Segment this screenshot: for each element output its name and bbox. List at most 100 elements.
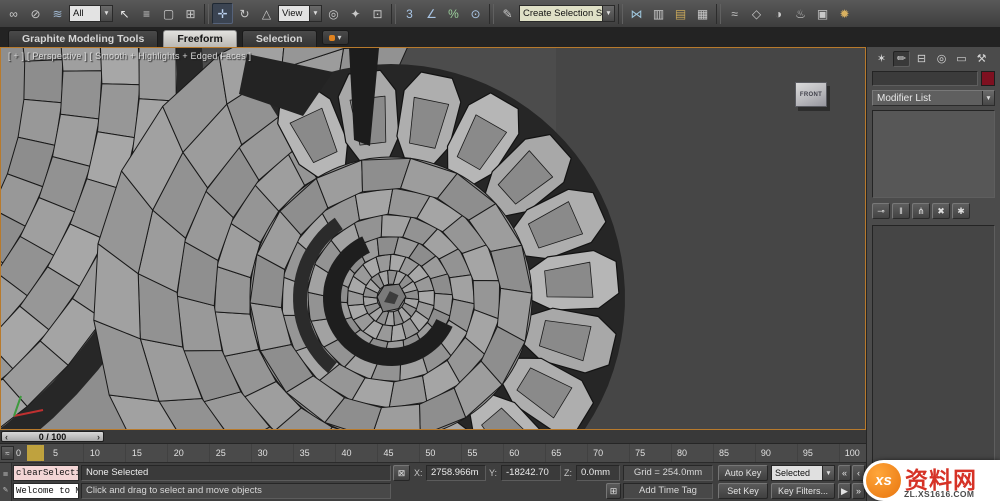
viewport[interactable]: [ + ] [ Perspective ] [ Smooth + Highlig… bbox=[0, 47, 866, 430]
toolbar-separator bbox=[204, 4, 209, 24]
previous-frame-arrow-icon[interactable]: ‹ bbox=[5, 432, 8, 442]
auto-key-button[interactable]: Auto Key bbox=[718, 465, 768, 481]
select-by-name-icon[interactable]: ≡ bbox=[136, 3, 157, 24]
remove-modifier-icon[interactable]: ✖ bbox=[932, 203, 950, 219]
time-slider-handle[interactable]: ‹ 0 / 100 › bbox=[1, 431, 104, 442]
display-tab-icon[interactable]: ▭ bbox=[953, 51, 970, 67]
next-frame-arrow-icon[interactable]: › bbox=[97, 432, 100, 442]
schematic-view-icon[interactable]: ◇ bbox=[746, 3, 767, 24]
track-bar[interactable]: ≈ 05101520253035404550556065707580859095… bbox=[0, 444, 866, 463]
align-icon[interactable]: ▥ bbox=[648, 3, 669, 24]
tab-freeform[interactable]: Freeform bbox=[163, 30, 237, 47]
frame-tick-label: 20 bbox=[174, 448, 184, 458]
unlink-selection-icon[interactable]: ⊘ bbox=[25, 3, 46, 24]
angle-snap-icon[interactable]: ∠ bbox=[421, 3, 442, 24]
play-animation-icon[interactable]: ▶ bbox=[838, 483, 851, 499]
spinner-snap-icon[interactable]: ⊙ bbox=[465, 3, 486, 24]
configure-modifier-sets-icon[interactable]: ✱ bbox=[952, 203, 970, 219]
object-name-field[interactable] bbox=[872, 71, 978, 86]
render-setup-icon[interactable]: ♨ bbox=[790, 3, 811, 24]
key-mode-dropdown[interactable]: Selected ▼ bbox=[771, 465, 835, 481]
select-and-scale-icon[interactable]: △ bbox=[256, 3, 277, 24]
time-tag-icon[interactable]: ⊞ bbox=[606, 483, 621, 499]
go-to-start-icon[interactable]: « bbox=[838, 465, 851, 481]
window-crossing-icon[interactable]: ⊞ bbox=[180, 3, 201, 24]
frame-tick-label: 80 bbox=[677, 448, 687, 458]
select-and-manipulate-icon[interactable]: ✦ bbox=[345, 3, 366, 24]
make-unique-icon[interactable]: ⋔ bbox=[912, 203, 930, 219]
dropdown-arrow-icon[interactable]: ▼ bbox=[982, 91, 994, 105]
select-and-rotate-icon[interactable]: ↻ bbox=[234, 3, 255, 24]
create-tab-icon[interactable]: ✶ bbox=[873, 51, 890, 67]
select-and-link-icon[interactable]: ∞ bbox=[3, 3, 24, 24]
mini-listener-line[interactable]: Welcome to MAX! bbox=[13, 483, 79, 499]
snaps-toggle-icon[interactable]: 3 bbox=[399, 3, 420, 24]
render-production-icon[interactable]: ✹ bbox=[834, 3, 855, 24]
viewport-mesh[interactable] bbox=[1, 48, 865, 429]
y-coordinate-label: Y: bbox=[489, 465, 497, 481]
y-coordinate-field[interactable]: -18242.70 bbox=[501, 465, 561, 481]
curve-editor-icon[interactable]: ≈ bbox=[724, 3, 745, 24]
frame-tick-label: 90 bbox=[761, 448, 771, 458]
toolbar-separator bbox=[716, 4, 721, 24]
show-end-result-icon[interactable]: ‖ bbox=[892, 203, 910, 219]
object-color-swatch[interactable] bbox=[981, 71, 995, 86]
utilities-tab-icon[interactable]: ⚒ bbox=[973, 51, 990, 67]
dropdown-arrow-icon[interactable]: ▼ bbox=[602, 6, 614, 21]
percent-snap-icon[interactable]: % bbox=[443, 3, 464, 24]
selection-lock-toggle[interactable]: ⊠ bbox=[393, 465, 410, 481]
toolbar-separator bbox=[618, 4, 623, 24]
rollout-area[interactable] bbox=[872, 225, 995, 498]
select-and-move-icon[interactable]: ✛ bbox=[212, 3, 233, 24]
frame-tick-label: 55 bbox=[467, 448, 477, 458]
use-pivot-center-icon[interactable]: ◎ bbox=[323, 3, 344, 24]
motion-tab-icon[interactable]: ◎ bbox=[933, 51, 950, 67]
front-gizmo[interactable]: FRONT bbox=[795, 82, 827, 107]
tab-selection[interactable]: Selection bbox=[242, 30, 317, 47]
transport-row1-cluster: «‹ bbox=[838, 465, 865, 481]
keyboard-override-icon[interactable]: ⊡ bbox=[367, 3, 388, 24]
add-time-tag[interactable]: Add Time Tag bbox=[623, 483, 713, 499]
toolbar-separator bbox=[489, 4, 494, 24]
modifier-stack[interactable] bbox=[872, 110, 995, 198]
named-selection-sets-dropdown[interactable]: Create Selection Se▼ bbox=[519, 5, 615, 22]
hierarchy-tab-icon[interactable]: ⊟ bbox=[913, 51, 930, 67]
mini-curve-editor-button[interactable]: ≈ bbox=[1, 446, 14, 460]
select-object-icon[interactable]: ↖ bbox=[114, 3, 135, 24]
status-side-strip: ≣✎ bbox=[0, 463, 12, 501]
viewport-label[interactable]: [ + ] [ Perspective ] [ Smooth + Highlig… bbox=[8, 51, 251, 61]
graphite-ribbon-toggle-icon[interactable]: ▦ bbox=[692, 3, 713, 24]
key-filters-button[interactable]: Key Filters... bbox=[771, 483, 835, 499]
modifier-stack-buttons: ⊸‖⋔✖✱ bbox=[872, 203, 995, 219]
set-key-button[interactable]: Set Key bbox=[718, 483, 768, 499]
key-mode-value: Selected bbox=[772, 468, 822, 478]
frame-tick-label: 0 bbox=[16, 448, 21, 458]
status-bar: ≣✎ clearSelection Welcome to MAX! None S… bbox=[0, 463, 866, 501]
dropdown-arrow-icon[interactable]: ▼ bbox=[822, 466, 834, 480]
macro-recorder-line[interactable]: clearSelection bbox=[13, 465, 79, 481]
x-coordinate-field[interactable]: 2758.966m bbox=[426, 465, 486, 481]
grid-setting: Grid = 254.0mm bbox=[623, 465, 713, 481]
ribbon-minimize-button[interactable]: ▾ bbox=[322, 30, 349, 45]
time-slider-bar[interactable]: ‹ 0 / 100 › bbox=[0, 430, 866, 444]
bind-to-space-warp-icon[interactable]: ≋ bbox=[47, 3, 68, 24]
selection-filter-dropdown[interactable]: All▼ bbox=[69, 5, 113, 22]
z-coordinate-field[interactable]: 0.0mm bbox=[576, 465, 620, 481]
reference-coordinate-dropdown[interactable]: View▼ bbox=[278, 5, 322, 22]
watermark: xs 资料网 ZL.XS1616.COM bbox=[863, 460, 1000, 501]
modifier-list-dropdown[interactable]: Modifier List ▼ bbox=[872, 90, 995, 106]
modify-tab-icon[interactable]: ✏ bbox=[893, 51, 910, 67]
rendered-frame-window-icon[interactable]: ▣ bbox=[812, 3, 833, 24]
layer-manager-icon[interactable]: ▤ bbox=[670, 3, 691, 24]
toolbar-separator bbox=[391, 4, 396, 24]
mirror-icon[interactable]: ⋈ bbox=[626, 3, 647, 24]
chevron-down-icon: ▾ bbox=[338, 33, 342, 42]
tab-graphite-modeling-tools[interactable]: Graphite Modeling Tools bbox=[8, 30, 158, 47]
edit-named-selection-sets-icon[interactable]: ✎ bbox=[497, 3, 518, 24]
rectangular-selection-region-icon[interactable]: ▢ bbox=[158, 3, 179, 24]
material-editor-icon[interactable]: ◑ bbox=[768, 3, 789, 24]
pin-stack-icon[interactable]: ⊸ bbox=[872, 203, 890, 219]
frame-tick-label: 10 bbox=[90, 448, 100, 458]
dropdown-arrow-icon[interactable]: ▼ bbox=[309, 6, 321, 21]
dropdown-arrow-icon[interactable]: ▼ bbox=[100, 6, 112, 21]
